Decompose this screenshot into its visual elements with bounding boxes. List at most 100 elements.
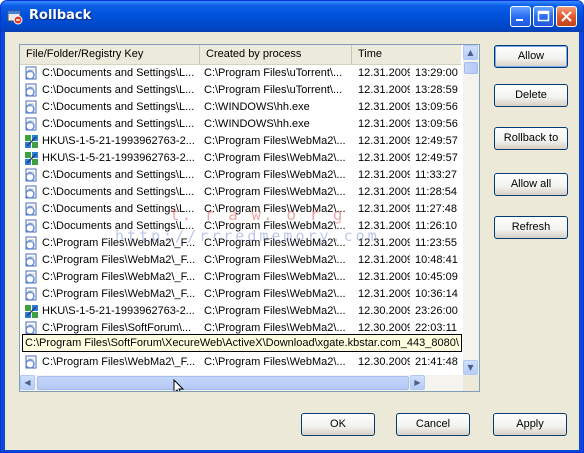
watermark-url: http://rrredmemory.com [115,227,380,245]
window-title: Rollback [29,8,92,23]
cell-process: C:\Program Files\WebMa2\... [204,271,346,283]
file-icon [25,253,37,267]
cell-date: 12.31.2009 [358,271,410,283]
file-icon [25,83,37,97]
scroll-left-button[interactable]: ◀ [20,375,35,390]
cell-process: C:\Program Files\WebMa2\... [204,152,346,164]
cell-date: 12.31.2009 [358,118,410,130]
table-row[interactable]: C:\Program Files\WebMa2\_F... C:\Program … [20,252,461,269]
allow-all-button[interactable]: Allow all [494,173,568,196]
cell-date: 12.31.2009 [358,101,410,113]
horizontal-scrollbar[interactable]: ◀ ▶ [20,375,463,391]
cell-time: 13:28:59 [415,84,458,96]
apply-button[interactable]: Apply [493,413,567,436]
cell-process: C:\Program Files\WebMa2\... [204,254,346,266]
table-row[interactable]: C:\Documents and Settings\L... C:\Program… [20,82,461,99]
rollback-window: Rollback File/Folder/Registry Key Create… [0,0,584,453]
table-row[interactable]: HKU\S-1-5-21-1993962763-2... C:\Program F… [20,133,461,150]
cell-key: C:\Documents and Settings\L... [42,84,195,96]
cell-date: 12.31.2009 [358,67,410,79]
cell-key: C:\Program Files\WebMa2\_F... [42,271,196,283]
table-row[interactable]: C:\Documents and Settings\L... C:\WINDOWS… [20,99,461,116]
column-header-process[interactable]: Created by process [200,45,352,64]
cell-date: 12.30.2009 [358,305,410,317]
file-icon [25,185,37,199]
cell-time: 11:28:54 [415,186,458,198]
table-row[interactable]: C:\Program Files\WebMa2\_F... C:\Program … [20,286,461,303]
file-icon [25,270,37,284]
scroll-right-button[interactable]: ▶ [410,375,425,390]
table-row[interactable]: C:\Documents and Settings\L... C:\Program… [20,184,461,201]
refresh-button[interactable]: Refresh [494,216,568,239]
cell-date: 12.31.2009 [358,84,410,96]
cell-key: HKU\S-1-5-21-1993962763-2... [42,152,195,164]
arrow-down-icon: ▼ [467,363,474,372]
cell-key: HKU\S-1-5-21-1993962763-2... [42,305,195,317]
ok-button[interactable]: OK [301,413,375,436]
cell-date: 12.31.2009 [358,152,410,164]
cell-key: C:\Documents and Settings\L... [42,186,195,198]
cell-time: 12:49:57 [415,135,458,147]
cell-process: C:\Program Files\WebMa2\... [204,169,346,181]
cell-key: C:\Program Files\WebMa2\_F... [42,356,196,368]
table-row[interactable]: C:\Documents and Settings\L... C:\Program… [20,167,461,184]
table-row[interactable]: C:\Documents and Settings\L... C:\Program… [20,65,461,82]
cell-time: 12:49:57 [415,152,458,164]
cell-key: C:\Program Files\WebMa2\_F... [42,288,196,300]
scroll-up-button[interactable]: ▲ [463,45,478,60]
close-button[interactable] [556,6,577,27]
cell-key: C:\Documents and Settings\L... [42,118,195,130]
allow-button[interactable]: Allow [494,45,568,68]
scroll-down-button[interactable]: ▼ [463,360,478,375]
file-icon [25,100,37,114]
file-icon [25,219,37,233]
cancel-button[interactable]: Cancel [396,413,470,436]
file-icon [25,66,37,80]
cell-process: C:\Program Files\WebMa2\... [204,186,346,198]
cell-date: 12.31.2009 [358,135,410,147]
arrow-up-icon: ▲ [467,48,474,57]
cell-date: 12.31.2009 [358,186,410,198]
mouse-cursor-icon [173,379,185,391]
rollback-to-button[interactable]: Rollback to [494,127,568,150]
column-header-time[interactable]: Time [352,45,463,64]
cell-time: 21:41:48 [415,356,458,368]
cell-date: 12.31.2009 [358,254,410,266]
cell-time: 13:09:56 [415,101,458,113]
table-row[interactable]: C:\Documents and Settings\L... C:\WINDOWS… [20,116,461,133]
maximize-icon [537,10,550,22]
cell-date: 12.31.2009 [358,203,410,215]
watermark-text: t. r a w. o r g [170,205,345,224]
file-icon [25,355,37,369]
table-row[interactable]: HKU\S-1-5-21-1993962763-2... C:\Program F… [20,150,461,167]
cell-key: C:\Documents and Settings\L... [42,67,195,79]
cell-date: 12.31.2009 [358,169,410,181]
column-header-key[interactable]: File/Folder/Registry Key [20,45,200,64]
vertical-scrollbar[interactable]: ▲ ▼ [463,45,479,375]
cell-process: C:\Program Files\uTorrent\... [204,84,343,96]
cell-key: C:\Documents and Settings\L... [42,169,195,181]
cell-time: 23:26:00 [415,305,458,317]
cell-time: 13:29:00 [415,67,458,79]
registry-icon [25,152,38,165]
minimize-button[interactable] [510,6,531,27]
horizontal-scroll-thumb[interactable] [37,376,409,390]
cell-date: 12.30.2009 [358,356,410,368]
vertical-scroll-thumb[interactable] [464,62,478,74]
cell-process: C:\Program Files\uTorrent\... [204,67,343,79]
cell-process: C:\Program Files\WebMa2\... [204,288,346,300]
cell-process: C:\WINDOWS\hh.exe [204,101,310,113]
rollback-list[interactable]: File/Folder/Registry Key Created by proc… [19,44,480,392]
table-row[interactable]: C:\Program Files\WebMa2\_F... C:\Program … [20,269,461,286]
table-row[interactable]: HKU\S-1-5-21-1993962763-2... C:\Program F… [20,303,461,320]
table-row[interactable]: C:\Program Files\WebMa2\_F... C:\Program … [20,354,461,371]
delete-button[interactable]: Delete [494,84,568,107]
cell-key: C:\Program Files\WebMa2\_F... [42,254,196,266]
title-bar[interactable]: Rollback [1,1,583,32]
cell-process: C:\Program Files\WebMa2\... [204,305,346,317]
cell-time: 11:23:55 [415,237,458,249]
list-header: File/Folder/Registry Key Created by proc… [20,45,461,65]
file-icon [25,236,37,250]
cell-process: C:\WINDOWS\hh.exe [204,118,310,130]
maximize-button[interactable] [533,6,554,27]
